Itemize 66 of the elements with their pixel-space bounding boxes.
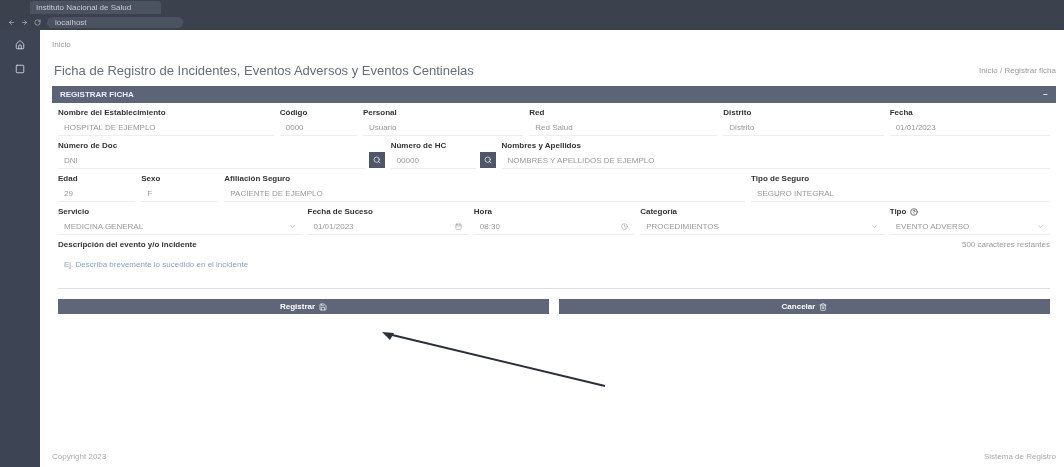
calendar-icon: [454, 222, 462, 230]
search-button[interactable]: [479, 152, 496, 168]
input-field[interactable]: 01/01/2023: [889, 119, 1050, 136]
chevron-icon: [870, 222, 878, 230]
help-icon[interactable]: [910, 207, 919, 216]
field-label: Número de HC: [390, 141, 448, 150]
collapse-button[interactable]: −: [1043, 90, 1048, 99]
field-label: Número de Doc: [58, 141, 119, 150]
search-icon: [483, 156, 492, 164]
input-field[interactable]: 08:30: [473, 218, 635, 235]
input-field[interactable]: 0000: [279, 119, 357, 136]
input-field[interactable]: PACIENTE DE EJEMPLO: [224, 185, 746, 202]
clock-icon: [621, 222, 629, 230]
cancel-button[interactable]: Cancelar: [559, 299, 1050, 314]
input-field[interactable]: 29: [58, 185, 136, 202]
input-field[interactable]: SEGURO INTEGRAL: [751, 185, 1050, 202]
field-label: Afiliación Seguro: [224, 174, 292, 183]
browser-tab[interactable]: Instituto Nacional de Salud: [30, 1, 162, 14]
field-label: Descripción del evento y/o incidente: [58, 240, 197, 249]
character-counter: 500 caracteres restantes: [961, 240, 1050, 249]
field-label: Red: [529, 108, 546, 117]
field-label: Hora: [473, 207, 494, 216]
reload-icon[interactable]: [34, 18, 41, 26]
breadcrumb-trail: Inicio / Registrar ficha: [979, 66, 1056, 75]
field-label: Tipo de Seguro: [751, 174, 811, 183]
square-icon[interactable]: [15, 64, 25, 74]
input-field[interactable]: 01/01/2023: [307, 218, 468, 235]
panel-title: REGISTRAR FICHA: [60, 90, 134, 99]
field-label: Nombre del Establecimiento: [58, 108, 167, 117]
address-bar[interactable]: localhost: [47, 16, 183, 28]
input-field[interactable]: F: [141, 185, 219, 202]
footer-text: Sistema de Registro: [983, 452, 1056, 461]
field-label: Edad: [58, 174, 79, 183]
input-field[interactable]: Red Salud: [529, 119, 718, 136]
search-button[interactable]: [368, 152, 385, 168]
input-field[interactable]: DNI: [58, 152, 365, 169]
field-label: Distrito: [723, 108, 753, 117]
home-icon[interactable]: [15, 40, 25, 50]
field-label: Fecha de Suceso: [307, 207, 374, 216]
page-title: Ficha de Registro de Incidentes, Eventos Adversos y Eventos Centinelas: [54, 63, 474, 78]
field-label: Sexo: [141, 174, 162, 183]
footer-text: Copyright 2023: [52, 452, 107, 461]
input-field[interactable]: Distrito: [723, 119, 884, 136]
chevron-icon: [288, 222, 296, 230]
field-label: Personal: [362, 108, 398, 117]
field-label: Nombres y Apellidos: [501, 141, 582, 150]
trash-icon: [819, 302, 828, 311]
forward-icon[interactable]: [21, 18, 28, 26]
field-label: Fecha: [889, 108, 914, 117]
search-icon: [372, 156, 381, 164]
breadcrumb: Inicio: [52, 40, 72, 49]
input-field[interactable]: NOMBRES Y APELLIDOS DE EJEMPLO: [501, 152, 1050, 169]
field-label: Servicio: [58, 207, 91, 216]
select-field[interactable]: PROCEDIMIENTOS: [640, 218, 884, 235]
save-icon: [319, 302, 328, 311]
input-field[interactable]: HOSPITAL DE EJEMPLO: [58, 119, 274, 136]
field-label: Tipo: [889, 207, 1050, 216]
select-field[interactable]: MEDICINA GENERAL: [58, 218, 302, 235]
register-button[interactable]: Registrar: [58, 299, 549, 314]
chevron-icon: [1037, 222, 1044, 230]
field-label: Categoría: [640, 207, 679, 216]
select-field[interactable]: EVENTO ADVERSO: [889, 218, 1050, 235]
field-label: Código: [279, 108, 309, 117]
back-icon[interactable]: [8, 18, 15, 26]
input-field[interactable]: Usuario: [362, 119, 524, 136]
input-field[interactable]: 00000: [390, 152, 476, 169]
